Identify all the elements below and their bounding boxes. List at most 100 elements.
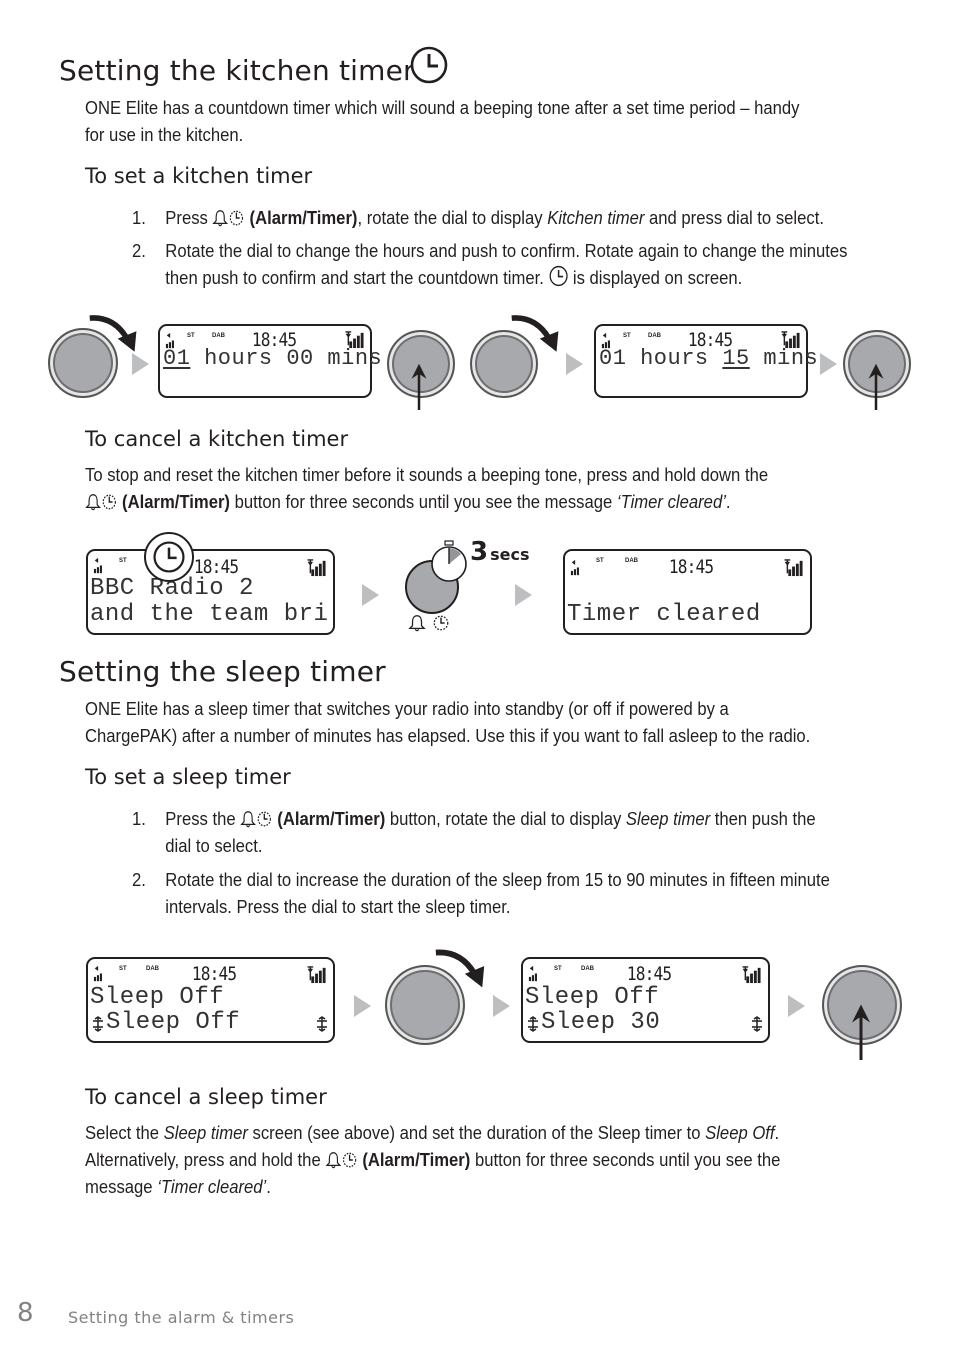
- antenna-signal-icon: [306, 558, 328, 577]
- signal-level-icon: [93, 557, 105, 574]
- kitchen-timer-title: Setting the kitchen timer: [59, 54, 415, 87]
- cancel-kitchen-line-2: (Alarm/Timer) button for three seconds u…: [85, 488, 895, 515]
- step-number: 1.: [132, 808, 146, 829]
- mins-label: mins: [749, 346, 819, 371]
- triangle-next-icon: [515, 584, 532, 606]
- sleep-step-2: 2. Rotate the dial to increase the durat…: [132, 866, 942, 917]
- hours-label: hours: [626, 346, 723, 371]
- set-sleep-timer-heading: To set a sleep timer: [85, 765, 291, 789]
- mins-label: mins: [313, 346, 383, 371]
- lcd-line-2: Timer cleared: [567, 601, 761, 628]
- clock-time: 18:45: [668, 556, 714, 578]
- rotate-arrow-icon: [508, 310, 564, 358]
- hours-value: 01: [163, 346, 191, 371]
- punctuation: .: [725, 491, 731, 512]
- cancel-text: message: [85, 1176, 158, 1197]
- alarm-timer-button-label: (Alarm/Timer): [362, 1149, 471, 1170]
- timer-icon: [229, 209, 245, 227]
- lcd-display-radio: ST 18:45 BBC Radio 2 and the team bri: [86, 549, 335, 635]
- lcd-line-1: Sleep Off: [525, 984, 660, 1011]
- triangle-next-icon: [362, 584, 379, 606]
- push-arrow-icon: [864, 360, 888, 410]
- dab-indicator: DAB: [146, 966, 159, 972]
- menu-option-sleep-timer: Sleep timer: [163, 1122, 248, 1143]
- step-text: , rotate the dial to display: [357, 207, 548, 228]
- triangle-next-icon: [132, 353, 149, 375]
- step-text: then push to confirm and start the count…: [165, 267, 544, 288]
- cancel-text: button for three seconds until you see t…: [229, 491, 617, 512]
- antenna-signal-icon: [306, 965, 328, 984]
- triangle-next-icon: [566, 353, 583, 375]
- alarm-timer-button-label: (Alarm/Timer): [249, 207, 358, 228]
- step-text: and press dial to select.: [644, 207, 824, 228]
- lcd-line-2: and the team bri: [90, 601, 329, 628]
- cancel-sleep-timer-heading: To cancel a sleep timer: [85, 1085, 327, 1109]
- cancel-text: Select the: [85, 1122, 164, 1143]
- hold-duration-value: 3: [470, 537, 489, 567]
- kitchen-intro-line-2: for use in the kitchen.: [85, 124, 244, 145]
- timer-cleared-message: ‘Timer cleared’: [616, 491, 726, 512]
- clock-time: 18:45: [191, 963, 237, 985]
- lcd-display-minutes: ST DAB 18:45 01 hours 15 mins: [594, 324, 818, 398]
- cancel-sleep-line-3: message ‘Timer cleared’.: [85, 1173, 895, 1200]
- sleep-timer-title: Setting the sleep timer: [59, 655, 386, 688]
- bell-icon: [240, 810, 256, 828]
- stereo-indicator: ST: [119, 558, 127, 564]
- cancel-text: button for three seconds until you see t…: [470, 1149, 781, 1170]
- timer-active-indicator: [144, 532, 194, 582]
- timer-icon: [256, 810, 272, 828]
- clock-icon: [152, 540, 186, 574]
- bell-icon: [212, 209, 228, 227]
- lcd-display-sleep-30: ST DAB 18:45 Sleep Off Sleep 30: [521, 957, 770, 1043]
- stereo-indicator: ST: [596, 558, 604, 564]
- sleep-step-1: 1. Press the (Alarm/Timer) button, rotat…: [132, 805, 942, 856]
- lcd-line-1: 01 hours 15 mins: [599, 346, 818, 371]
- bell-icon: [408, 614, 426, 632]
- hold-duration-unit: secs: [490, 545, 530, 564]
- punctuation: .: [774, 1122, 780, 1143]
- timer-cleared-message: ‘Timer cleared’: [157, 1176, 267, 1197]
- cancel-kitchen-timer-heading: To cancel a kitchen timer: [85, 427, 349, 451]
- stereo-indicator: ST: [623, 333, 631, 339]
- alarm-timer-button-label: (Alarm/Timer): [277, 808, 386, 829]
- clock-icon: [409, 45, 449, 85]
- cancel-kitchen-line-1: To stop and reset the kitchen timer befo…: [85, 464, 769, 485]
- menu-option-sleep-timer: Sleep timer: [625, 808, 711, 829]
- signal-level-icon: [570, 559, 582, 576]
- lcd-display-sleep-off: ST DAB 18:45 Sleep Off Sleep Off: [86, 957, 335, 1043]
- step-text: Press: [165, 207, 208, 228]
- mins-value: 00: [286, 346, 314, 371]
- bell-icon: [325, 1151, 341, 1169]
- kitchen-step-1: 1. Press (Alarm/Timer), rotate the dial …: [132, 204, 942, 231]
- page-number: 8: [17, 1298, 34, 1328]
- step-text: is displayed on screen.: [572, 267, 743, 288]
- cancel-text: screen (see above) and set the duration …: [247, 1122, 706, 1143]
- step-text: button, rotate the dial to display: [385, 808, 626, 829]
- timer-icon: [342, 1151, 358, 1169]
- scroll-updown-icon: [526, 1016, 540, 1032]
- lcd-display-timer-cleared: ST DAB 18:45 Timer cleared: [563, 549, 812, 635]
- step-text: Rotate the dial to change the hours and …: [165, 240, 848, 261]
- scroll-updown-icon: [91, 1016, 105, 1032]
- sleep-off-option: Sleep Off: [705, 1122, 775, 1143]
- kitchen-intro-line-1: ONE Elite has a countdown timer which wi…: [85, 97, 800, 118]
- lcd-line-2: Sleep Off: [106, 1009, 241, 1036]
- scroll-updown-icon: [315, 1016, 329, 1032]
- signal-level-icon: [93, 965, 105, 982]
- dab-indicator: DAB: [581, 966, 594, 972]
- menu-option-kitchen-timer: Kitchen timer: [547, 207, 645, 228]
- step-number: 2.: [132, 869, 146, 890]
- lcd-line-1: 01 hours 00 mins: [163, 346, 382, 371]
- clock-icon: [548, 265, 568, 287]
- clock-time: 18:45: [626, 963, 672, 985]
- lcd-line-1: Sleep Off: [90, 984, 225, 1011]
- stopwatch-icon: [431, 540, 467, 582]
- punctuation: .: [266, 1176, 271, 1197]
- step-text: intervals. Press the dial to start the s…: [165, 896, 511, 917]
- push-arrow-icon: [407, 360, 431, 410]
- triangle-next-icon: [493, 995, 510, 1017]
- triangle-next-icon: [820, 353, 837, 375]
- dab-indicator: DAB: [212, 333, 225, 339]
- step-text: Press the: [165, 808, 236, 829]
- dab-indicator: DAB: [648, 333, 661, 339]
